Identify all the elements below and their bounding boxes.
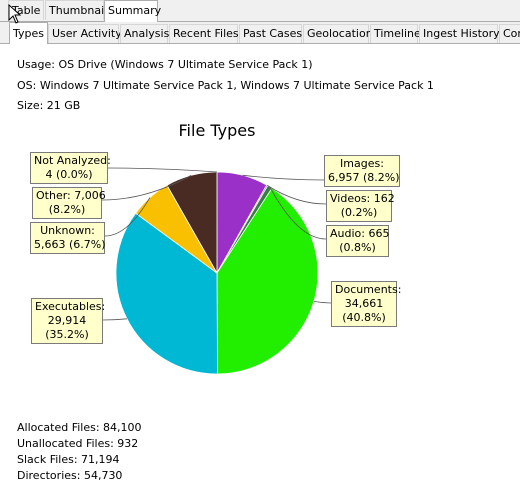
- callout-not-analyzed-line2: 4 (0.0%): [45, 168, 93, 181]
- callout-audio-line2: (0.8%): [339, 241, 376, 254]
- leader-line-documents: [313, 300, 332, 304]
- callout-unknown-line2: 5,663 (6.7%): [34, 238, 106, 251]
- callout-videos: Videos: 162 (0.2%): [326, 190, 395, 222]
- callout-not-analyzed-line1: Not Analyzed:: [34, 154, 111, 167]
- callout-audio-line1: Audio: 665: [330, 227, 390, 240]
- callout-other-line1: Other: 7,006: [36, 189, 106, 202]
- slack-files-text: Slack Files: 71,194: [17, 453, 120, 466]
- callout-unknown: Unknown: 5,663 (6.7%): [30, 222, 106, 254]
- callout-images-line1: Images:: [340, 157, 384, 170]
- callout-not-analyzed: Not Analyzed: 4 (0.0%): [30, 152, 111, 184]
- callout-documents-line3: (40.8%): [342, 311, 386, 324]
- callout-images: Images: 6,957 (8.2%): [324, 155, 400, 187]
- callout-images-line2: 6,957 (8.2%): [328, 171, 400, 184]
- callout-executables: Executables: 29,914 (35.2%): [31, 298, 106, 344]
- callout-unknown-line1: Unknown:: [40, 224, 95, 237]
- allocated-files-text: Allocated Files: 84,100: [17, 421, 142, 434]
- mouse-cursor-icon: [8, 4, 22, 24]
- callout-executables-line3: (35.2%): [45, 328, 89, 341]
- leader-line-executables: [102, 318, 128, 321]
- callout-audio: Audio: 665 (0.8%): [326, 225, 389, 257]
- callout-videos-line2: (0.2%): [340, 206, 378, 219]
- callout-executables-line1: Executables:: [35, 300, 106, 313]
- leader-line-not-analyzed: [107, 167, 218, 173]
- callout-other-line2: (8.2%): [48, 203, 86, 216]
- callout-other: Other: 7,006 (8.2%): [32, 187, 106, 219]
- callout-executables-line2: 29,914: [47, 314, 87, 327]
- callout-documents-line1: Documents:: [335, 283, 402, 296]
- callout-documents-line2: 34,661: [344, 297, 384, 310]
- unallocated-files-text: Unallocated Files: 932: [17, 437, 139, 450]
- callout-documents: Documents: 34,661 (40.8%): [331, 281, 402, 327]
- directories-text: Directories: 54,730: [17, 469, 123, 482]
- callout-videos-line1: Videos: 162: [330, 192, 395, 205]
